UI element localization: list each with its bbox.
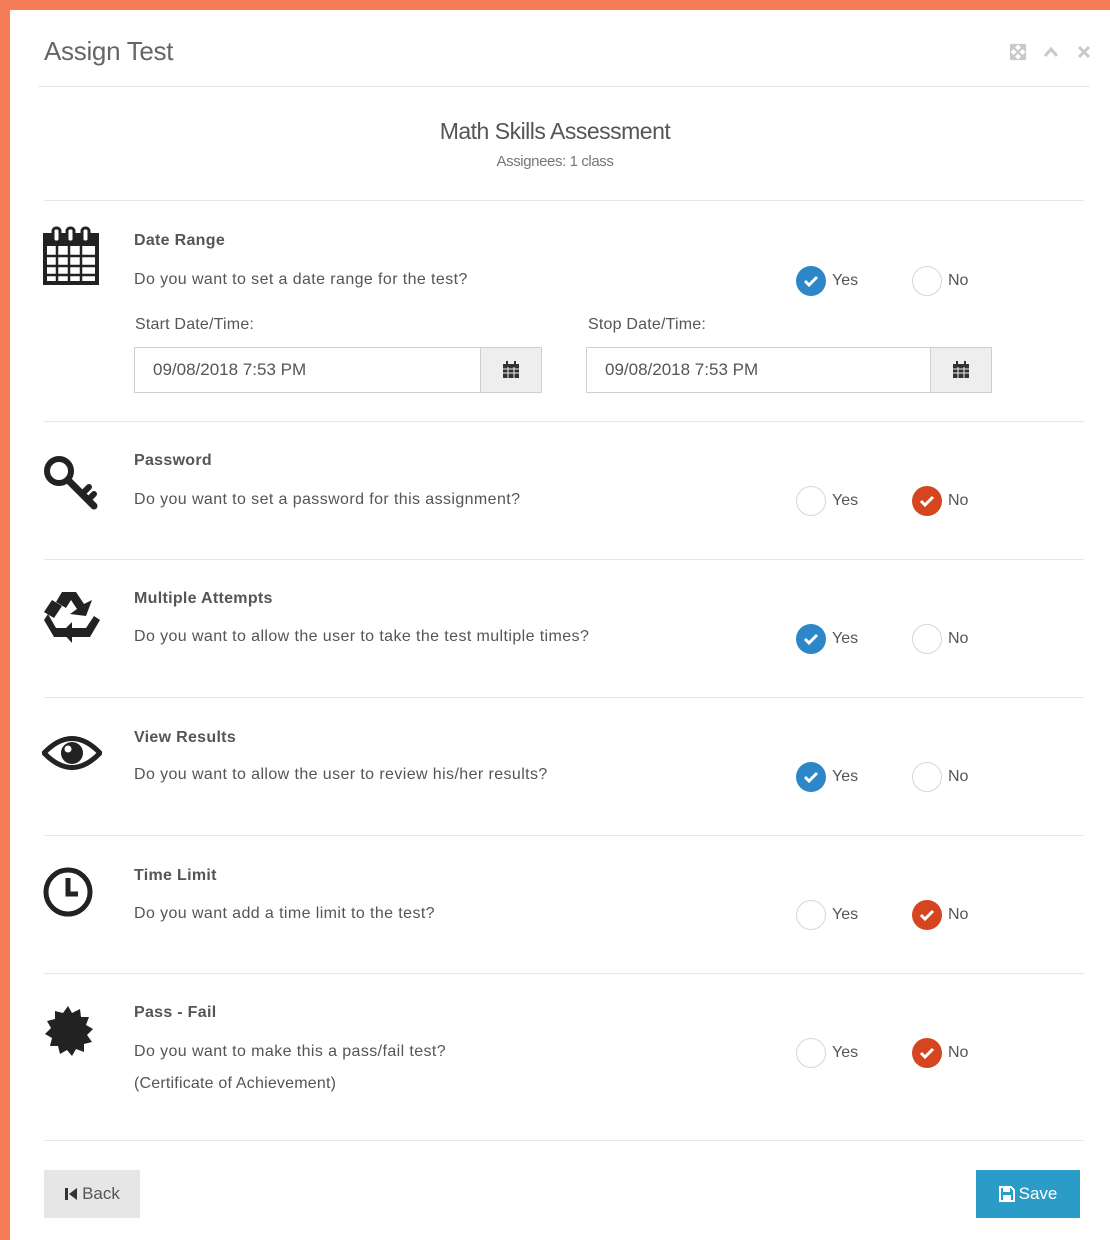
calendar-icon [503,361,519,378]
time-limit-title: Time Limit [134,867,217,884]
multiple-attempts-title: Multiple Attempts [134,590,273,607]
view-results-no-radio[interactable]: No [912,762,968,792]
stop-date-picker-button[interactable] [930,347,992,393]
close-icon[interactable] [1074,42,1094,62]
date-range-question: Do you want to set a date range for the … [134,271,468,288]
calendar-icon [953,361,969,378]
checkmark-icon [796,266,826,296]
calendar-icon [42,226,100,285]
dialog-header: Assign Test [10,10,1110,92]
divider [44,973,1084,974]
checkmark-icon [796,762,826,792]
clock-icon [42,866,100,924]
yes-label: Yes [832,906,859,923]
divider [44,421,1084,422]
no-label: No [948,630,969,647]
start-date-picker-button[interactable] [480,347,542,393]
yes-label: Yes [832,768,859,785]
radio-unchecked [912,624,942,654]
multiple-attempts-no-radio[interactable]: No [912,624,968,654]
assign-test-dialog: Assign Test Math Skills Assessment Assig… [10,10,1110,1240]
pass-fail-title: Pass - Fail [134,1004,217,1021]
view-results-yes-radio[interactable]: Yes [796,762,858,792]
yes-label: Yes [832,272,859,289]
expand-icon[interactable] [1008,42,1028,62]
divider [44,835,1084,836]
password-no-radio[interactable]: No [912,486,968,516]
radio-unchecked [912,266,942,296]
checkmark-icon [912,486,942,516]
view-results-title: View Results [134,729,237,746]
save-label: Save [1018,1184,1058,1203]
save-button[interactable]: Save [976,1170,1080,1218]
start-date-input[interactable] [134,347,482,393]
no-label: No [948,906,969,923]
password-title: Password [134,452,212,469]
key-icon [42,454,100,512]
pass-fail-no-radio[interactable]: No [912,1038,968,1068]
eye-icon [40,730,104,788]
time-limit-yes-radio[interactable]: Yes [796,900,858,930]
pass-fail-yes-radio[interactable]: Yes [796,1038,858,1068]
divider [44,1140,1084,1141]
radio-unchecked [796,1038,826,1068]
stop-date-label: Stop Date/Time: [588,316,707,333]
radio-unchecked [796,900,826,930]
start-date-label: Start Date/Time: [135,316,255,333]
recycle-icon [42,588,100,646]
back-label: Back [82,1184,120,1203]
no-label: No [948,768,969,785]
no-label: No [948,272,969,289]
time-limit-question: Do you want add a time limit to the test… [134,905,435,922]
checkmark-icon [912,900,942,930]
password-yes-radio[interactable]: Yes [796,486,858,516]
divider [44,697,1084,698]
floppy-disk-icon [998,1186,1015,1202]
date-range-no-radio[interactable]: No [912,266,968,296]
yes-label: Yes [832,492,859,509]
radio-unchecked [912,762,942,792]
pass-fail-note: (Certificate of Achievement) [134,1075,337,1092]
multiple-attempts-yes-radio[interactable]: Yes [796,624,858,654]
divider [44,200,1084,201]
header-divider [38,86,1090,87]
back-button[interactable]: Back [44,1170,140,1218]
checkmark-icon [912,1038,942,1068]
no-label: No [948,492,969,509]
radio-unchecked [796,486,826,516]
divider [44,559,1084,560]
pass-fail-question: Do you want to make this a pass/fail tes… [134,1043,447,1060]
step-backward-icon [64,1187,78,1201]
multiple-attempts-question: Do you want to allow the user to take th… [134,628,590,645]
yes-label: Yes [832,1044,859,1061]
no-label: No [948,1044,969,1061]
yes-label: Yes [832,630,859,647]
test-name: Math Skills Assessment [439,118,671,144]
view-results-question: Do you want to allow the user to review … [134,766,548,783]
date-range-yes-radio[interactable]: Yes [796,266,858,296]
assignees-count: Assignees: 1 class [496,153,614,170]
checkmark-icon [796,624,826,654]
date-range-title: Date Range [134,232,226,249]
stop-date-input[interactable] [586,347,932,393]
certificate-icon [42,1004,100,1062]
password-question: Do you want to set a password for this a… [134,491,521,508]
collapse-icon[interactable] [1041,42,1061,62]
time-limit-no-radio[interactable]: No [912,900,968,930]
dialog-title: Assign Test [44,36,174,66]
